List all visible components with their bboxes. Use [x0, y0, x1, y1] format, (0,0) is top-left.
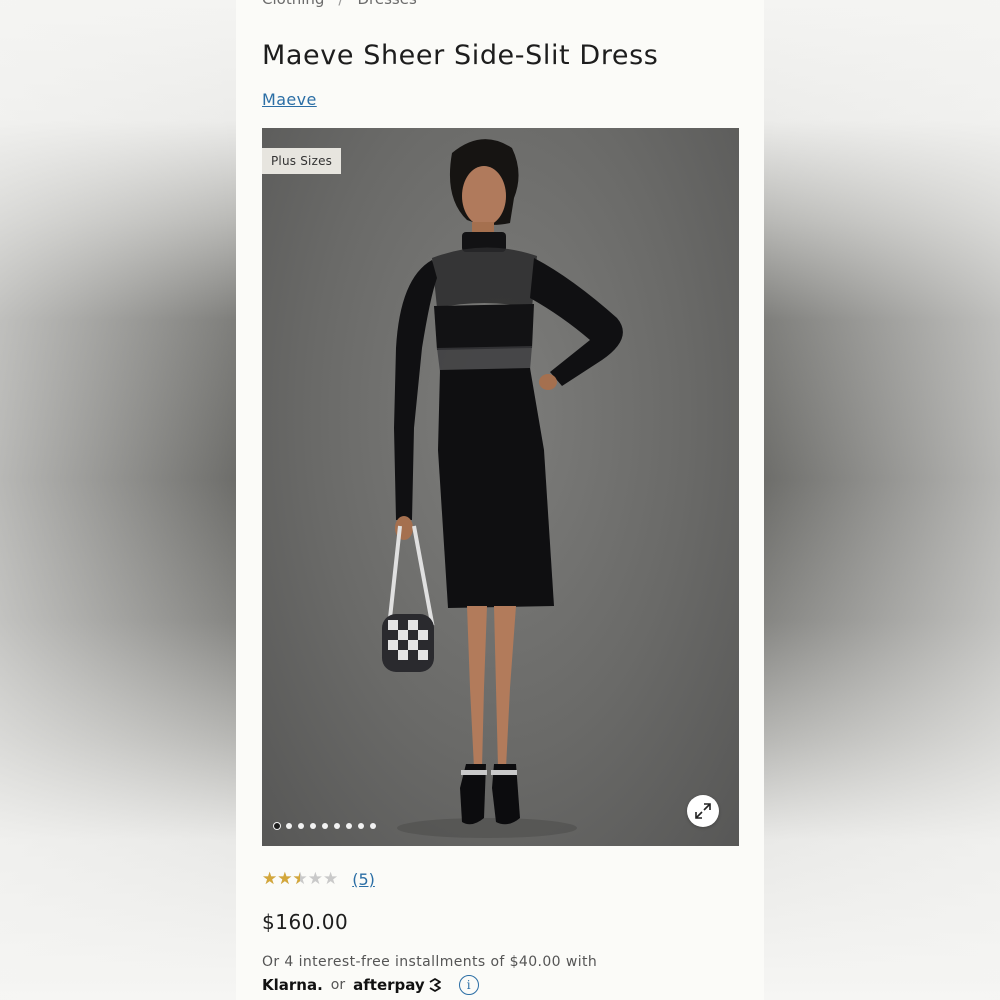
carousel-pagination: [274, 823, 376, 829]
background-left: [0, 0, 236, 1000]
carousel-dot[interactable]: [286, 823, 292, 829]
carousel-dot[interactable]: [358, 823, 364, 829]
review-count-link[interactable]: (5): [352, 870, 375, 889]
carousel-dot[interactable]: [310, 823, 316, 829]
afterpay-logo-icon: [429, 978, 441, 992]
payment-providers: Klarna. or afterpay i: [262, 975, 479, 995]
carousel-dot[interactable]: [370, 823, 376, 829]
carousel-dot[interactable]: [346, 823, 352, 829]
background-right: [764, 0, 1000, 1000]
afterpay-logo-text: afterpay: [353, 976, 425, 994]
breadcrumb-item-clothing[interactable]: Clothing: [262, 0, 324, 8]
info-icon[interactable]: i: [458, 975, 479, 995]
installments-text: Or 4 interest-free installments of $40.0…: [262, 954, 598, 970]
breadcrumb: Clothing / Dresses: [262, 0, 417, 8]
expand-image-button[interactable]: [687, 795, 719, 827]
carousel-dot[interactable]: [334, 823, 340, 829]
klarna-logo: Klarna.: [262, 976, 323, 994]
product-page: Clothing / Dresses Maeve Sheer Side-Slit…: [236, 0, 764, 1000]
product-image-carousel[interactable]: Plus Sizes: [262, 128, 739, 846]
plus-sizes-badge: Plus Sizes: [262, 148, 342, 174]
carousel-dot[interactable]: [298, 823, 304, 829]
carousel-dot[interactable]: [322, 823, 328, 829]
product-photo: [382, 139, 623, 838]
breadcrumb-separator: /: [338, 0, 343, 8]
star-rating: ★★★★★ ★★★★★: [262, 871, 338, 888]
or-text: or: [330, 977, 346, 993]
expand-icon: [695, 803, 711, 819]
product-title: Maeve Sheer Side-Slit Dress: [262, 40, 659, 71]
rating-row: ★★★★★ ★★★★★ (5): [262, 870, 375, 889]
carousel-dot[interactable]: [274, 823, 280, 829]
breadcrumb-item-dresses[interactable]: Dresses: [357, 0, 416, 8]
product-price: $160.00: [262, 910, 349, 934]
afterpay-logo: afterpay: [353, 976, 443, 994]
brand-link[interactable]: Maeve: [262, 90, 317, 109]
star-rating-filled: ★★★★★: [262, 871, 300, 888]
